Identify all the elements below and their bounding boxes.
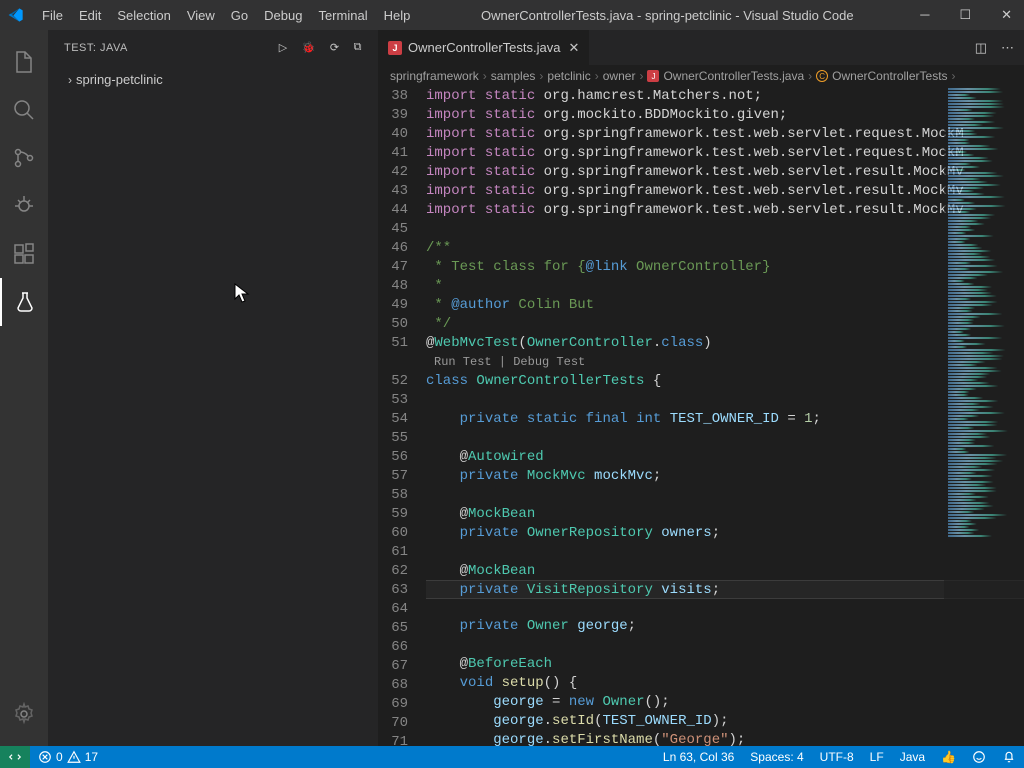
chevron-right-icon: › xyxy=(68,73,72,87)
editor-group: J OwnerControllerTests.java ✕ ◫ ⋯ spring… xyxy=(378,30,1024,746)
status-errors[interactable]: 0 17 xyxy=(30,746,106,768)
status-thumbs-up-icon[interactable]: 👍 xyxy=(933,746,964,768)
codelens[interactable]: Run Test | Debug Test xyxy=(426,353,1024,372)
minimize-button[interactable]: ─ xyxy=(916,7,933,23)
breadcrumb-item[interactable]: samples xyxy=(491,69,536,83)
menu-view[interactable]: View xyxy=(179,4,223,27)
java-file-icon: J xyxy=(388,41,402,55)
line-gutter: 3839404142434445464748495051525354555657… xyxy=(378,87,426,746)
test-icon[interactable] xyxy=(0,278,48,326)
extensions-icon[interactable] xyxy=(0,230,48,278)
status-cursor-position[interactable]: Ln 63, Col 36 xyxy=(655,746,742,768)
menu-debug[interactable]: Debug xyxy=(256,4,310,27)
status-encoding[interactable]: UTF-8 xyxy=(812,746,862,768)
breadcrumb-file[interactable]: JOwnerControllerTests.java xyxy=(647,69,804,83)
run-all-icon[interactable]: ▷ xyxy=(279,41,288,54)
title-bar: File Edit Selection View Go Debug Termin… xyxy=(0,0,1024,30)
menu-file[interactable]: File xyxy=(34,4,71,27)
status-language[interactable]: Java xyxy=(892,746,933,768)
split-editor-icon[interactable]: ◫ xyxy=(975,40,987,56)
status-feedback-icon[interactable] xyxy=(964,746,994,768)
explorer-icon[interactable] xyxy=(0,38,48,86)
remote-indicator[interactable] xyxy=(0,746,30,768)
tree-item-project[interactable]: › spring-petclinic xyxy=(60,69,366,90)
close-tab-icon[interactable]: ✕ xyxy=(568,40,579,56)
sidebar-title: TEST: JAVA xyxy=(64,42,279,54)
source-control-icon[interactable] xyxy=(0,134,48,182)
editor-tab[interactable]: J OwnerControllerTests.java ✕ xyxy=(378,30,590,65)
breadcrumb-item[interactable]: petclinic xyxy=(547,69,590,83)
close-button[interactable]: ✕ xyxy=(997,7,1016,23)
minimap[interactable] xyxy=(944,87,1024,746)
status-indentation[interactable]: Spaces: 4 xyxy=(742,746,811,768)
menu-go[interactable]: Go xyxy=(223,4,256,27)
vscode-logo-icon xyxy=(8,7,24,23)
menu-selection[interactable]: Selection xyxy=(109,4,178,27)
menu-terminal[interactable]: Terminal xyxy=(310,4,375,27)
sidebar: TEST: JAVA ▷ 🐞 ⟳ ⧉ › spring-petclinic xyxy=(48,30,378,746)
search-icon[interactable] xyxy=(0,86,48,134)
breadcrumbs[interactable]: springframework› samples› petclinic› own… xyxy=(378,65,1024,87)
activity-bar xyxy=(0,30,48,746)
code-editor[interactable]: 3839404142434445464748495051525354555657… xyxy=(378,87,1024,746)
code-content[interactable]: import static org.hamcrest.Matchers.not;… xyxy=(426,87,1024,746)
more-actions-icon[interactable]: ⋯ xyxy=(1001,40,1014,56)
collapse-all-icon[interactable]: ⧉ xyxy=(354,41,362,54)
breadcrumb-item[interactable]: springframework xyxy=(390,69,479,83)
editor-tabs: J OwnerControllerTests.java ✕ ◫ ⋯ xyxy=(378,30,1024,65)
status-bell-icon[interactable] xyxy=(994,746,1024,768)
status-eol[interactable]: LF xyxy=(862,746,892,768)
settings-gear-icon[interactable] xyxy=(0,690,48,738)
sidebar-header: TEST: JAVA ▷ 🐞 ⟳ ⧉ xyxy=(48,30,378,65)
breadcrumb-item[interactable]: owner xyxy=(603,69,636,83)
window-controls: ─ ☐ ✕ xyxy=(916,7,1016,23)
menu-edit[interactable]: Edit xyxy=(71,4,109,27)
debug-all-icon[interactable]: 🐞 xyxy=(302,41,316,54)
window-title: OwnerControllerTests.java - spring-petcl… xyxy=(418,8,916,23)
menu-bar: File Edit Selection View Go Debug Termin… xyxy=(34,4,418,27)
debug-icon[interactable] xyxy=(0,182,48,230)
breadcrumb-class[interactable]: COwnerControllerTests xyxy=(816,69,947,83)
menu-help[interactable]: Help xyxy=(376,4,419,27)
status-bar: 0 17 Ln 63, Col 36 Spaces: 4 UTF-8 LF Ja… xyxy=(0,746,1024,768)
tree-item-label: spring-petclinic xyxy=(76,72,163,87)
tab-label: OwnerControllerTests.java xyxy=(408,40,560,55)
maximize-button[interactable]: ☐ xyxy=(955,7,975,23)
refresh-icon[interactable]: ⟳ xyxy=(330,41,340,54)
